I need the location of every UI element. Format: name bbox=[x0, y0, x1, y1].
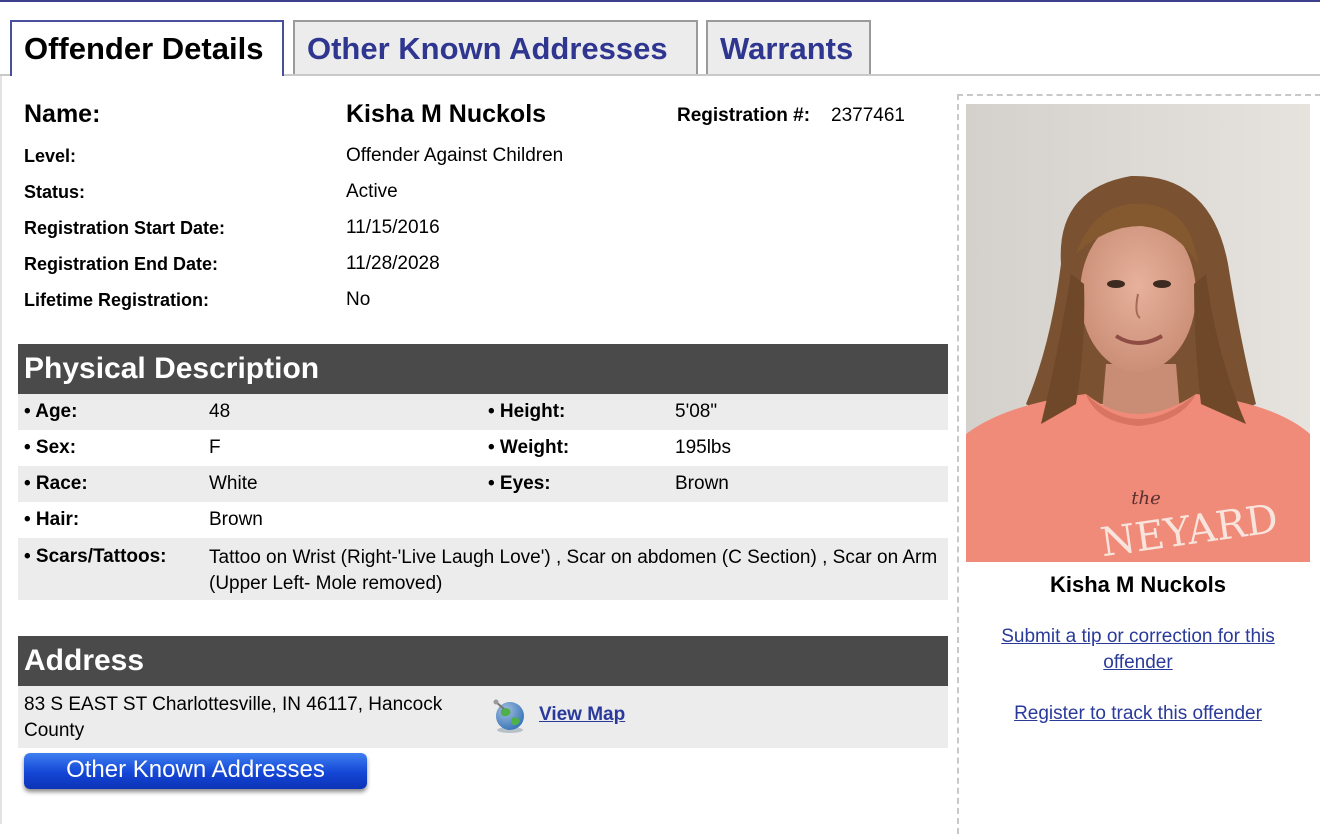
level-label: Level: bbox=[24, 146, 77, 166]
offender-name: Kisha M Nuckols bbox=[346, 100, 547, 128]
shirt-print-small: the bbox=[1131, 488, 1160, 509]
status-value: Active bbox=[346, 181, 398, 202]
name-label: Name: bbox=[24, 100, 101, 128]
sex-label: • Sex: bbox=[24, 437, 77, 458]
hair-label: • Hair: bbox=[24, 509, 80, 530]
address-row: 83 S EAST ST Charlottesville, IN 46117, … bbox=[18, 686, 948, 748]
registration-start-label: Registration Start Date: bbox=[24, 218, 226, 238]
sidebar-offender-name: Kisha M Nuckols bbox=[1049, 572, 1227, 597]
tab-bar: Offender Details Other Known Addresses W… bbox=[0, 20, 1320, 76]
height-label: • Height: bbox=[488, 401, 566, 422]
registration-number: 2377461 bbox=[831, 105, 905, 126]
view-map-link[interactable]: View Map bbox=[539, 704, 625, 726]
lifetime-registration-label: Lifetime Registration: bbox=[24, 290, 210, 310]
other-known-addresses-button[interactable]: Other Known Addresses bbox=[24, 753, 367, 789]
registration-end-value: 11/28/2028 bbox=[346, 253, 440, 274]
physical-description-header: Physical Description bbox=[18, 344, 948, 394]
top-accent-line bbox=[0, 0, 1320, 2]
registration-start-value: 11/15/2016 bbox=[346, 217, 440, 238]
register-track-link[interactable]: Register to track this offender bbox=[966, 701, 1310, 727]
scars-tattoos-label: • Scars/Tattoos: bbox=[24, 546, 167, 567]
age-label: • Age: bbox=[24, 401, 78, 422]
hair-value: Brown bbox=[209, 509, 263, 530]
physical-row: • Sex: F • Weight: 195lbs bbox=[18, 430, 948, 466]
eyes-label: • Eyes: bbox=[488, 473, 551, 494]
age-value: 48 bbox=[209, 401, 231, 422]
eyes-value: Brown bbox=[675, 473, 729, 494]
tab-other-known-addresses[interactable]: Other Known Addresses bbox=[293, 20, 698, 74]
submit-tip-link[interactable]: Submit a tip or correction for this offe… bbox=[966, 624, 1310, 676]
offender-photo: the NEYARD bbox=[966, 104, 1310, 562]
weight-label: • Weight: bbox=[488, 437, 570, 458]
race-value: White bbox=[209, 473, 258, 494]
status-label: Status: bbox=[24, 182, 86, 202]
physical-row: • Hair: Brown bbox=[18, 502, 948, 538]
address-text: 83 S EAST ST Charlottesville, IN 46117, … bbox=[24, 694, 443, 741]
panel-border bbox=[0, 76, 2, 824]
sex-value: F bbox=[209, 437, 221, 458]
height-value: 5'08" bbox=[675, 401, 718, 422]
level-value: Offender Against Children bbox=[346, 145, 564, 166]
weight-value: 195lbs bbox=[675, 437, 731, 458]
race-label: • Race: bbox=[24, 473, 88, 494]
scars-tattoos-value: Tattoo on Wrist (Right-'Live Laugh Love'… bbox=[209, 547, 938, 594]
physical-row: • Race: White • Eyes: Brown bbox=[18, 466, 948, 502]
registration-label: Registration #: bbox=[677, 105, 811, 126]
registration-end-label: Registration End Date: bbox=[24, 254, 219, 274]
lifetime-registration-value: No bbox=[346, 289, 371, 310]
scars-tattoos-row: • Scars/Tattoos: Tattoo on Wrist (Right-… bbox=[18, 538, 948, 600]
globe-icon[interactable] bbox=[492, 696, 528, 734]
tab-warrants[interactable]: Warrants bbox=[706, 20, 871, 74]
address-header: Address bbox=[18, 636, 948, 686]
tab-offender-details[interactable]: Offender Details bbox=[10, 20, 284, 76]
physical-row: • Age: 48 • Height: 5'08" bbox=[18, 394, 948, 430]
